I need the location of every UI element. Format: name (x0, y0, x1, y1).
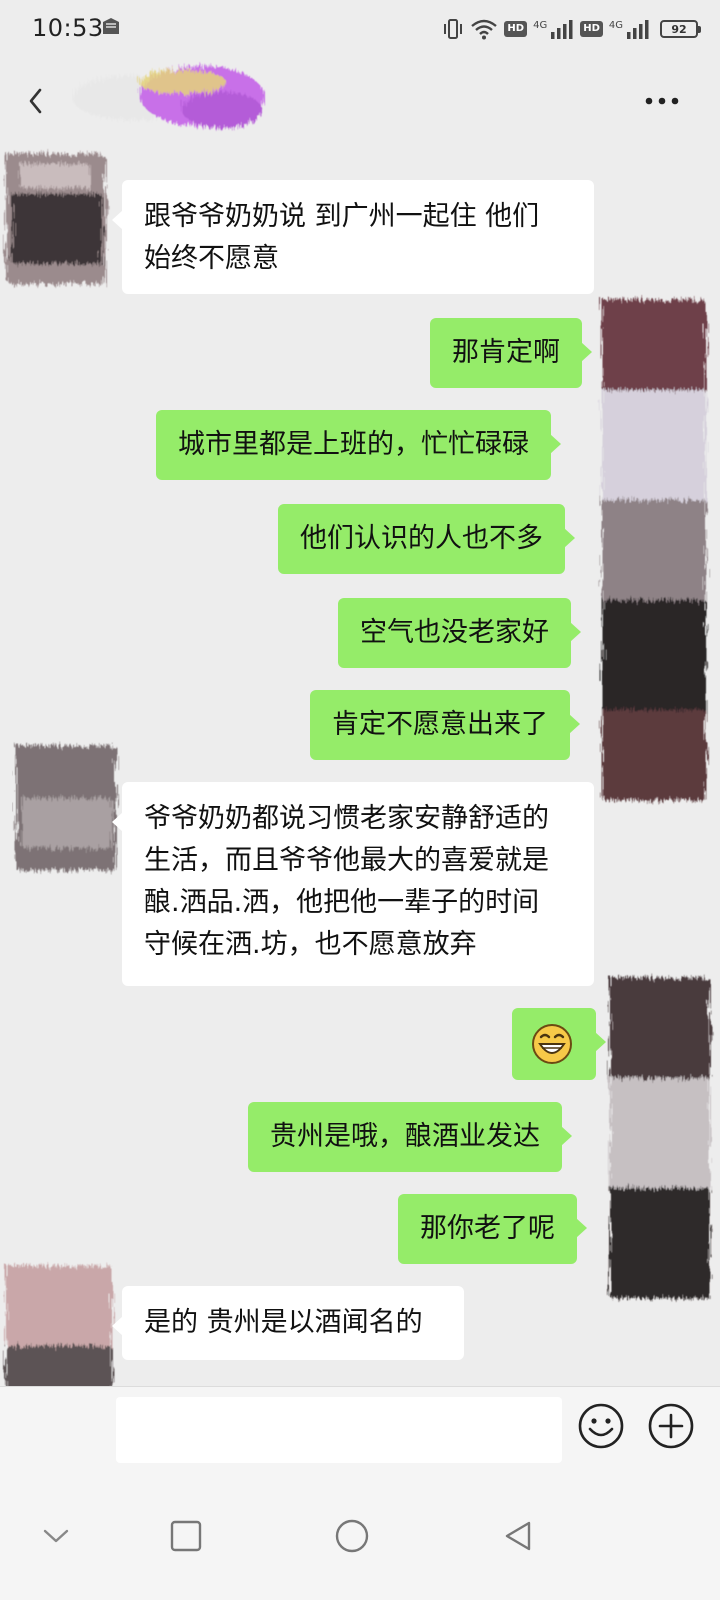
circle-icon[interactable] (324, 1508, 380, 1564)
notification-icon (103, 18, 119, 34)
message-text: 生活，而且爷爷他最大的喜爱就是 (144, 845, 549, 876)
message-text: 爷爷奶奶都说习惯老家安静舒适的 (144, 803, 549, 834)
message-text: 贵州是哦，酿酒业发达 (270, 1121, 540, 1152)
chevron-left-icon[interactable] (20, 82, 52, 120)
message-bubble-outgoing[interactable]: 那你老了呢 (398, 1194, 587, 1264)
avatar[interactable] (12, 738, 122, 878)
message-text: 肯定不愿意出来了 (332, 709, 548, 740)
contact-name-redacted (72, 66, 264, 128)
status-time: 10:53 (32, 14, 104, 42)
status-icons: HD 4G HD 4G 92 (442, 16, 701, 42)
message-input[interactable] (116, 1397, 562, 1463)
message-text: 跟爷爷奶奶说 到广州一起住 他们 (144, 201, 540, 232)
message-bubble-incoming[interactable]: 跟爷爷奶奶说 到广州一起住 他们 始终不愿意 (112, 180, 594, 294)
network-type: 4G (608, 19, 623, 31)
message-text: 守候在洒.坊，也不愿意放弃 (144, 929, 477, 960)
status-bar: 10:53 HD 4G HD 4G 92 (0, 0, 720, 60)
square-icon[interactable] (158, 1508, 214, 1564)
message-text: 酿.洒品.洒，他把他一辈子的时间 (144, 887, 540, 918)
smiley-icon[interactable] (576, 1401, 626, 1451)
wifi-icon (471, 19, 498, 40)
avatar[interactable] (594, 290, 714, 810)
signal-icon (551, 20, 573, 39)
message-text: 空气也没老家好 (360, 617, 549, 648)
battery-level: 92 (671, 22, 687, 36)
message-bubble-outgoing[interactable]: 肯定不愿意出来了 (310, 690, 580, 760)
more-dots-icon[interactable] (644, 96, 680, 106)
hd-badge: HD (504, 21, 528, 37)
plus-circle-icon[interactable] (646, 1401, 696, 1451)
message-bubble-incoming[interactable]: 爷爷奶奶都说习惯老家安静舒适的 生活，而且爷爷他最大的喜爱就是 酿.洒品.洒，他… (112, 782, 594, 986)
message-bubble-outgoing[interactable]: 城市里都是上班的，忙忙碌碌 (156, 410, 561, 480)
message-bubble-outgoing[interactable]: 那肯定啊 (430, 318, 592, 388)
hd-badge: HD (580, 21, 603, 37)
avatar[interactable] (0, 144, 112, 294)
message-bubble-outgoing[interactable]: 空气也没老家好 (338, 598, 581, 668)
vibrate-icon (444, 19, 463, 39)
chat-header (0, 60, 720, 142)
system-nav-bar (0, 1476, 720, 1600)
message-text: 城市里都是上班的，忙忙碌碌 (178, 429, 529, 460)
chevron-down-icon[interactable] (28, 1508, 84, 1564)
battery-icon: 92 (660, 20, 701, 38)
grinning-face-icon (532, 1024, 572, 1064)
message-text: 始终不愿意 (144, 243, 279, 274)
signal-icon (627, 20, 649, 39)
avatar[interactable] (604, 970, 716, 1310)
input-bar (0, 1386, 720, 1477)
triangle-back-icon[interactable] (490, 1508, 546, 1564)
message-text: 那你老了呢 (420, 1213, 555, 1244)
message-text: 是的 贵州是以酒闻名的 (144, 1307, 423, 1338)
message-bubble-outgoing[interactable]: 贵州是哦，酿酒业发达 (248, 1102, 572, 1172)
message-text: 那肯定啊 (452, 337, 560, 368)
message-bubble-outgoing[interactable] (512, 1008, 606, 1080)
network-type: 4G (533, 19, 548, 31)
message-text: 他们认识的人也不多 (300, 523, 543, 554)
message-bubble-outgoing[interactable]: 他们认识的人也不多 (278, 504, 575, 574)
message-bubble-incoming[interactable]: 是的 贵州是以酒闻名的 (112, 1286, 464, 1360)
